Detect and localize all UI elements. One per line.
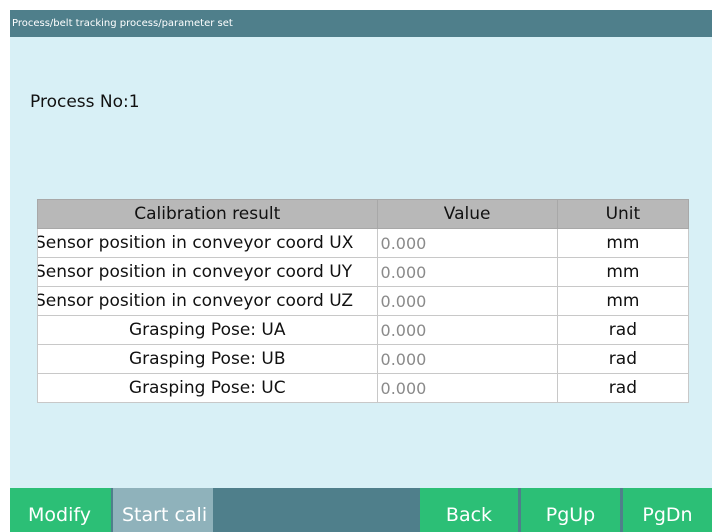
parameter-panel: Process No:1 Calibration result Value Un… [10,37,712,488]
table-row: Sensor position in conveyor coord UY 0.0… [37,257,690,287]
back-button[interactable]: Back [420,488,518,532]
table-header-row: Calibration result Value Unit [37,199,690,229]
row-value-cell[interactable]: 0.000 [376,315,558,345]
row-value-cell[interactable]: 0.000 [376,286,558,316]
row-unit: rad [556,344,690,374]
column-header-value: Value [376,199,558,229]
row-unit: mm [556,257,690,287]
row-value-cell[interactable]: 0.000 [376,344,558,374]
row-value-cell[interactable]: 0.000 [376,228,558,258]
column-header-unit: Unit [556,199,690,229]
row-value-cell[interactable]: 0.000 [376,373,558,403]
row-value-cell[interactable]: 0.000 [376,257,558,287]
calibration-result-table: Calibration result Value Unit Sensor pos… [37,199,690,403]
page-down-button[interactable]: PgDn [623,488,712,532]
breadcrumb: Process/belt tracking process/parameter … [10,10,712,37]
row-unit: mm [556,286,690,316]
row-name: Sensor position in conveyor coord UY [37,257,378,287]
table-row: Sensor position in conveyor coord UX 0.0… [37,228,690,258]
process-number-label: Process No:1 [30,92,140,112]
table-row: Grasping Pose: UB 0.000 rad [37,344,690,374]
row-name: Grasping Pose: UA [37,315,378,345]
row-name: Sensor position in conveyor coord UX [37,228,378,258]
row-name: Grasping Pose: UB [37,344,378,374]
table-row: Grasping Pose: UC 0.000 rad [37,373,690,403]
row-name: Grasping Pose: UC [37,373,378,403]
row-unit: mm [556,228,690,258]
table-row: Sensor position in conveyor coord UZ 0.0… [37,286,690,316]
row-unit: rad [556,315,690,345]
column-header-calibration-result: Calibration result [37,199,378,229]
page-up-button[interactable]: PgUp [521,488,620,532]
row-name: Sensor position in conveyor coord UZ [37,286,378,316]
table-row: Grasping Pose: UA 0.000 rad [37,315,690,345]
row-unit: rad [556,373,690,403]
modify-button[interactable]: Modify [10,488,111,532]
start-calibration-button[interactable]: Start cali [113,488,213,532]
